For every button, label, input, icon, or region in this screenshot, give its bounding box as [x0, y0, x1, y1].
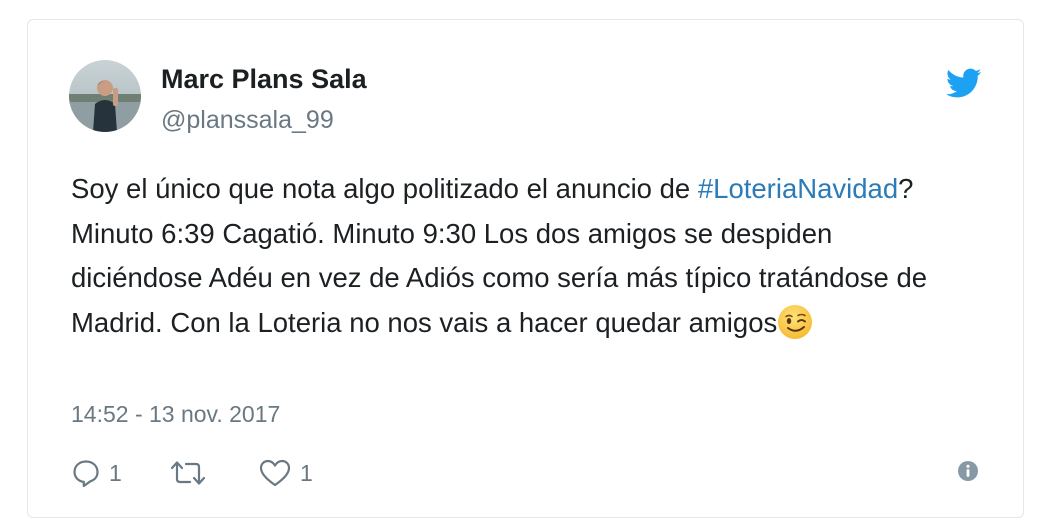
- like-button[interactable]: 1: [258, 454, 313, 492]
- twitter-bird-icon[interactable]: [945, 68, 982, 100]
- info-icon[interactable]: [957, 460, 979, 482]
- like-count: 1: [300, 459, 313, 486]
- author-handle[interactable]: @planssala_99: [161, 106, 334, 135]
- tweet-timestamp[interactable]: 14:52 - 13 nov. 2017: [71, 401, 280, 428]
- retweet-icon: [168, 458, 208, 488]
- heart-icon: [258, 458, 292, 488]
- retweet-button[interactable]: [168, 454, 216, 492]
- hashtag-link[interactable]: #LoteriaNavidad: [698, 173, 898, 204]
- tweet-text-part: Soy el único que nota algo politizado el…: [71, 173, 698, 204]
- tweet-text: Soy el único que nota algo politizado el…: [71, 167, 971, 345]
- reply-icon: [71, 458, 101, 488]
- tweet-card: Marc Plans Sala @planssala_99 Soy el úni…: [27, 19, 1024, 518]
- reply-button[interactable]: 1: [71, 454, 122, 492]
- winking-face-emoji: [777, 304, 813, 340]
- reply-count: 1: [109, 459, 122, 486]
- avatar[interactable]: [69, 60, 141, 132]
- author-name[interactable]: Marc Plans Sala: [161, 64, 367, 95]
